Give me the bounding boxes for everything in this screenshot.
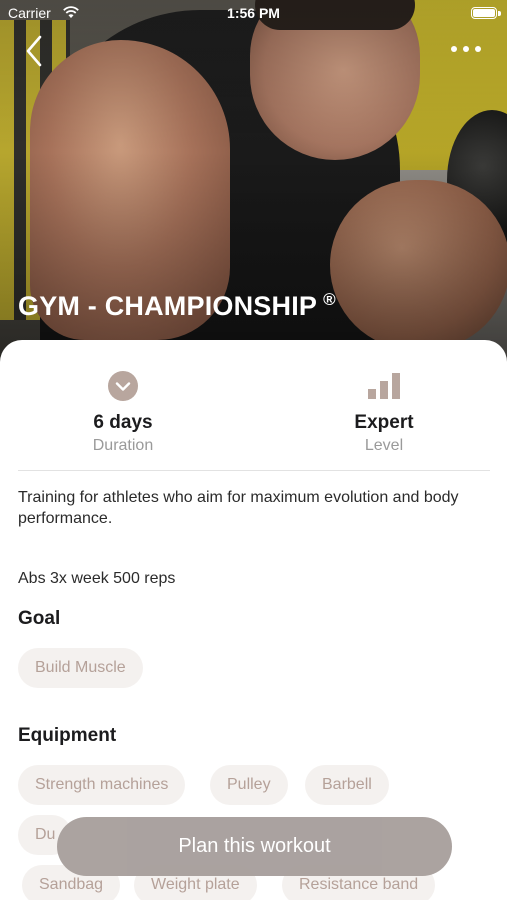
trademark-symbol: ® bbox=[323, 290, 336, 309]
equipment-chip: Barbell bbox=[305, 765, 389, 805]
status-bar: Carrier 1:56 PM bbox=[0, 0, 507, 28]
equipment-chip: Strength machines bbox=[18, 765, 186, 805]
bar-chart-icon bbox=[368, 373, 400, 399]
goal-heading: Goal bbox=[18, 608, 61, 629]
back-chevron-icon[interactable] bbox=[22, 34, 50, 68]
duration-label: Duration bbox=[92, 437, 154, 454]
more-options-button[interactable] bbox=[451, 40, 481, 58]
details-sheet: 6 days Duration Expert Level Training fo… bbox=[0, 340, 507, 900]
dot-icon bbox=[451, 46, 457, 52]
divider bbox=[18, 470, 490, 471]
clock: 1:56 PM bbox=[227, 5, 280, 21]
plan-workout-button[interactable]: Plan this workout bbox=[57, 817, 452, 876]
level-stat: Expert Level bbox=[284, 370, 484, 455]
level-label: Level bbox=[364, 437, 404, 454]
level-value: Expert bbox=[354, 412, 414, 433]
hero-image bbox=[0, 0, 507, 380]
chevron-down-circle-icon bbox=[108, 371, 138, 401]
equipment-heading: Equipment bbox=[18, 725, 117, 746]
workout-title: GYM - CHAMPIONSHIP ® bbox=[18, 290, 336, 322]
dot-icon bbox=[475, 46, 481, 52]
workout-description: Training for athletes who aim for maximu… bbox=[18, 489, 459, 527]
duration-stat: 6 days Duration bbox=[23, 370, 223, 455]
dot-icon bbox=[463, 46, 469, 52]
workout-title-text: GYM - CHAMPIONSHIP bbox=[18, 291, 318, 321]
workout-note: Abs 3x week 500 reps bbox=[18, 570, 176, 587]
goal-chip: Build Muscle bbox=[18, 648, 143, 688]
equipment-chip: Pulley bbox=[210, 765, 288, 805]
duration-value: 6 days bbox=[93, 412, 153, 433]
battery-icon bbox=[471, 7, 497, 19]
